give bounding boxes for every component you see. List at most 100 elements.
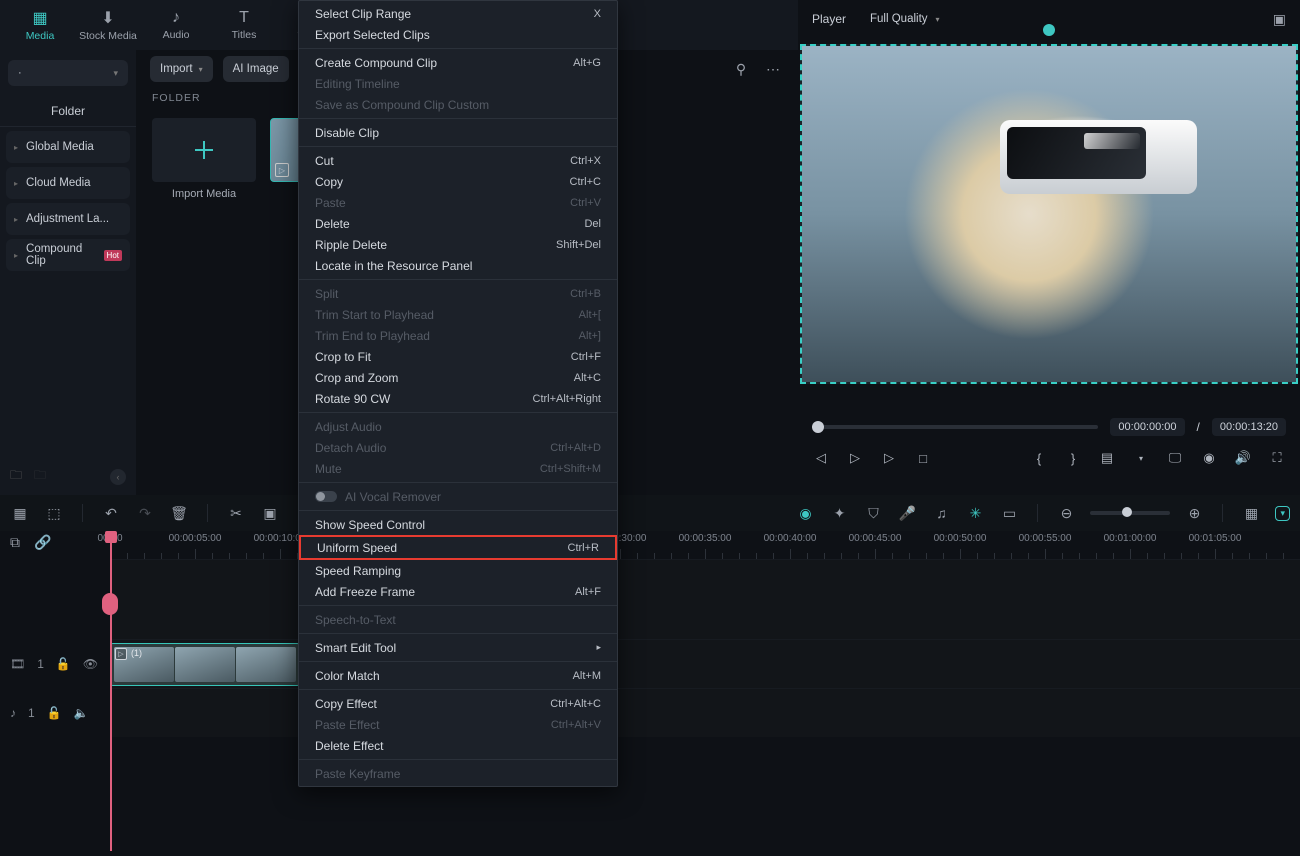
- camera-icon[interactable]: ◉: [1200, 450, 1218, 466]
- mark-in-icon[interactable]: {: [1030, 451, 1048, 466]
- mark-out-icon[interactable]: }: [1064, 451, 1082, 466]
- aspect-icon[interactable]: ▤: [1098, 450, 1116, 466]
- music-icon[interactable]: ♫: [931, 505, 951, 521]
- track-lane[interactable]: [110, 559, 1300, 639]
- project-selector[interactable]: ·: [8, 60, 128, 86]
- tab-titles[interactable]: Titles: [214, 2, 274, 48]
- menu-item-cut[interactable]: CutCtrl+X: [299, 150, 617, 171]
- shield-icon[interactable]: ⛉: [863, 505, 883, 522]
- menu-item-copy[interactable]: CopyCtrl+C: [299, 171, 617, 192]
- play-all-icon[interactable]: ▷: [880, 450, 898, 466]
- display-icon[interactable]: 🖵: [1166, 450, 1184, 466]
- redo-icon[interactable]: ↷: [135, 505, 155, 522]
- tab-media[interactable]: Media: [10, 2, 70, 48]
- menu-item-delete[interactable]: DeleteDel: [299, 213, 617, 234]
- zoom-out-icon[interactable]: ⊖: [1056, 505, 1076, 522]
- select-tool-icon[interactable]: ⬚: [44, 505, 64, 522]
- ai-image-button[interactable]: AI Image: [223, 56, 289, 82]
- playhead[interactable]: [110, 531, 112, 851]
- menu-item-delete-effect[interactable]: Delete Effect: [299, 735, 617, 756]
- menu-item-export-selected-clips[interactable]: Export Selected Clips: [299, 24, 617, 45]
- lock-icon[interactable]: 🔓: [47, 706, 62, 720]
- sidebar-item-cloud-media[interactable]: ▸Cloud Media: [6, 167, 130, 199]
- menu-item-uniform-speed[interactable]: Uniform SpeedCtrl+R: [299, 535, 617, 560]
- seek-bar[interactable]: [812, 425, 1098, 429]
- menu-item-select-clip-range[interactable]: Select Clip RangeX: [299, 3, 617, 24]
- sidebar-item-adjustment-layer[interactable]: ▸Adjustment La...: [6, 203, 130, 235]
- menu-item-crop-and-zoom[interactable]: Crop and ZoomAlt+C: [299, 367, 617, 388]
- menu-item-create-compound-clip[interactable]: Create Compound ClipAlt+G: [299, 52, 617, 73]
- color-icon[interactable]: ◉: [795, 505, 815, 522]
- prev-frame-icon[interactable]: ◁: [812, 450, 830, 466]
- playhead-marker-icon[interactable]: [1043, 24, 1055, 36]
- fullscreen-icon[interactable]: ⛶: [1268, 450, 1286, 466]
- playhead-head-icon: [105, 531, 117, 543]
- caption-icon[interactable]: ▭: [999, 505, 1019, 522]
- view-toggle[interactable]: ▾: [1275, 506, 1290, 521]
- menu-item-add-freeze-frame[interactable]: Add Freeze FrameAlt+F: [299, 581, 617, 602]
- collapse-sidebar-button[interactable]: ‹: [110, 469, 126, 485]
- video-track-head: 🎞 1 🔓 👁 🔈: [0, 639, 110, 688]
- player-controls: ◁ ▷ ▷ □ { } ▤ ▾ 🖵 ◉ 🔊 ⛶: [812, 450, 1286, 466]
- ai-icon[interactable]: ✳: [965, 505, 985, 522]
- menu-item-label: Export Selected Clips: [315, 28, 430, 42]
- quality-selector[interactable]: Full Quality▾: [862, 13, 948, 25]
- link-icon[interactable]: 🔗: [34, 534, 51, 551]
- mute-icon[interactable]: 🔈: [74, 706, 89, 720]
- video-track-lane[interactable]: ▷ (1): [110, 639, 1300, 688]
- folder-add-icon[interactable]: 🗀: [10, 466, 22, 487]
- audio-track-icon: ♪: [10, 706, 16, 720]
- menu-item-crop-to-fit[interactable]: Crop to FitCtrl+F: [299, 346, 617, 367]
- menu-item-shortcut: Alt+C: [574, 372, 601, 384]
- tab-audio[interactable]: Audio: [146, 2, 206, 48]
- sidebar-item-global-media[interactable]: ▸Global Media: [6, 131, 130, 163]
- menu-item-label: Show Speed Control: [315, 518, 425, 532]
- menu-item-smart-edit-tool[interactable]: Smart Edit Tool▸: [299, 637, 617, 658]
- menu-item-rotate-90-cw[interactable]: Rotate 90 CWCtrl+Alt+Right: [299, 388, 617, 409]
- folder-icon[interactable]: 🗀: [34, 466, 46, 487]
- timeline-toolbar: ▦ ⬚ ↶ ↷ 🗑 ✂ ▣ T ◔ ◉ ✦ ⛉ 🎤 ♫ ✳ ▭ ⊖ ⊕ ▦ ▾: [0, 495, 1300, 531]
- menu-separator: [299, 279, 617, 280]
- eye-icon[interactable]: 👁: [83, 657, 98, 671]
- menu-item-label: Paste Effect: [315, 718, 379, 732]
- split-icon[interactable]: ✂: [226, 505, 246, 522]
- zoom-slider[interactable]: [1090, 511, 1170, 515]
- preview-viewport[interactable]: [800, 44, 1298, 384]
- delete-icon[interactable]: 🗑: [169, 505, 189, 522]
- import-button[interactable]: Import▾: [150, 56, 213, 82]
- play-icon[interactable]: ▷: [846, 450, 864, 466]
- copy-icon[interactable]: ⧉: [10, 534, 20, 551]
- layout-icon[interactable]: ▦: [10, 505, 30, 522]
- menu-item-label: Editing Timeline: [315, 77, 400, 91]
- volume-icon[interactable]: 🔊: [1234, 450, 1252, 466]
- filter-icon[interactable]: ⚲: [730, 58, 752, 80]
- zoom-in-icon[interactable]: ⊕: [1184, 505, 1204, 522]
- stop-icon[interactable]: □: [914, 451, 932, 466]
- undo-icon[interactable]: ↶: [101, 505, 121, 522]
- snapshot-icon[interactable]: ▣: [1273, 11, 1286, 28]
- time-total: 00:00:13:20: [1212, 418, 1286, 436]
- menu-separator: [299, 633, 617, 634]
- menu-item-ripple-delete[interactable]: Ripple DeleteShift+Del: [299, 234, 617, 255]
- menu-item-show-speed-control[interactable]: Show Speed Control: [299, 514, 617, 535]
- chevron-down-icon[interactable]: ▾: [1132, 454, 1150, 463]
- menu-item-locate-in-the-resource-panel[interactable]: Locate in the Resource Panel: [299, 255, 617, 276]
- menu-item-disable-clip[interactable]: Disable Clip: [299, 122, 617, 143]
- timeline-ruler[interactable]: 00:0000:00:05:0000:00:10:0000:00:15:0000…: [110, 531, 1300, 559]
- menu-item-color-match[interactable]: Color MatchAlt+M: [299, 665, 617, 686]
- media-tile-import[interactable]: Import Media: [152, 118, 256, 200]
- grid-view-icon[interactable]: ▦: [1241, 505, 1261, 522]
- crop-icon[interactable]: ▣: [260, 505, 280, 522]
- sidebar-item-compound-clip[interactable]: ▸Compound ClipHot: [6, 239, 130, 271]
- menu-item-trim-end-to-playhead: Trim End to PlayheadAlt+]: [299, 325, 617, 346]
- more-icon[interactable]: ⋯: [762, 58, 784, 80]
- menu-item-speed-ramping[interactable]: Speed Ramping: [299, 560, 617, 581]
- lock-icon[interactable]: 🔓: [56, 657, 71, 671]
- time-separator: /: [1197, 420, 1200, 434]
- mic-icon[interactable]: 🎤: [897, 505, 917, 522]
- enhance-icon[interactable]: ✦: [829, 505, 849, 522]
- tab-stock-media[interactable]: Stock Media: [78, 2, 138, 48]
- audio-track-lane[interactable]: [110, 688, 1300, 737]
- timeline-clip[interactable]: ▷ (1): [110, 643, 300, 686]
- menu-item-copy-effect[interactable]: Copy EffectCtrl+Alt+C: [299, 693, 617, 714]
